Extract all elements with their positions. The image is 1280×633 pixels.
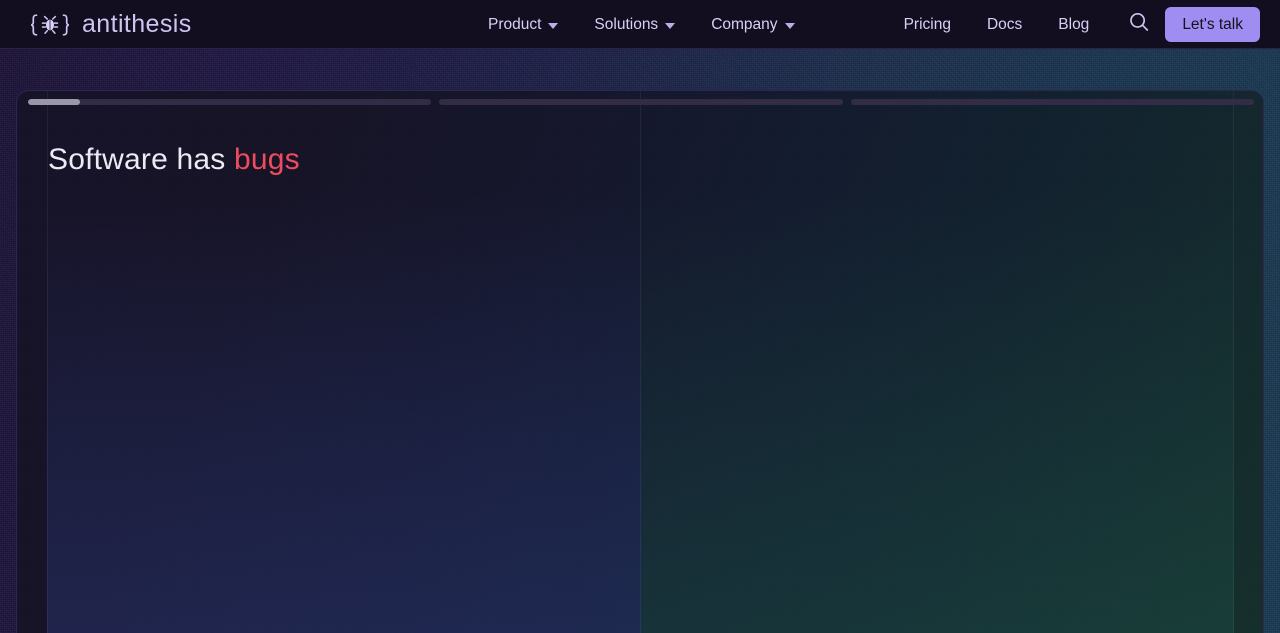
- lets-talk-button[interactable]: Let's talk: [1165, 6, 1260, 43]
- nav-item-product[interactable]: Product: [470, 0, 576, 49]
- nav-item-docs[interactable]: Docs: [969, 0, 1040, 49]
- nav-item-label: Pricing: [903, 15, 951, 33]
- brand-logo-link[interactable]: antithesis: [28, 0, 192, 49]
- progress-segment-1[interactable]: [28, 99, 432, 105]
- header-actions: Pricing Docs Blog Let's talk: [886, 0, 1280, 49]
- site-header: antithesis Product Solutions Company Pri…: [0, 0, 1280, 49]
- chevron-down-icon: [665, 22, 676, 29]
- chevron-down-icon: [548, 22, 559, 29]
- primary-navigation: Product Solutions Company: [470, 0, 813, 49]
- bug-in-braces-logo-icon: [28, 12, 72, 38]
- search-icon: [1128, 11, 1150, 38]
- page-root: antithesis Product Solutions Company Pri…: [0, 0, 1280, 633]
- nav-item-label: Blog: [1058, 15, 1090, 33]
- page-title: Software has bugs: [48, 141, 300, 179]
- progress-segment-2[interactable]: [439, 99, 843, 105]
- brand-name: antithesis: [82, 10, 192, 38]
- headline-prefix: Software has: [48, 143, 235, 177]
- chevron-down-icon: [784, 22, 795, 29]
- nav-item-label: Docs: [986, 15, 1023, 33]
- nav-item-solutions[interactable]: Solutions: [576, 0, 693, 49]
- nav-item-label: Company: [711, 15, 778, 33]
- nav-item-pricing[interactable]: Pricing: [886, 0, 969, 49]
- hero-panel: Software has bugs: [16, 90, 1264, 633]
- slide-progress-bar: [28, 99, 1254, 105]
- nav-item-company[interactable]: Company: [693, 0, 812, 49]
- progress-segment-3[interactable]: [850, 99, 1254, 105]
- nav-item-label: Solutions: [594, 15, 659, 33]
- headline-accent: bugs: [234, 143, 300, 177]
- progress-segment-fill: [28, 99, 81, 105]
- nav-item-label: Product: [488, 15, 542, 33]
- search-button[interactable]: [1119, 5, 1159, 45]
- nav-item-blog[interactable]: Blog: [1040, 0, 1107, 49]
